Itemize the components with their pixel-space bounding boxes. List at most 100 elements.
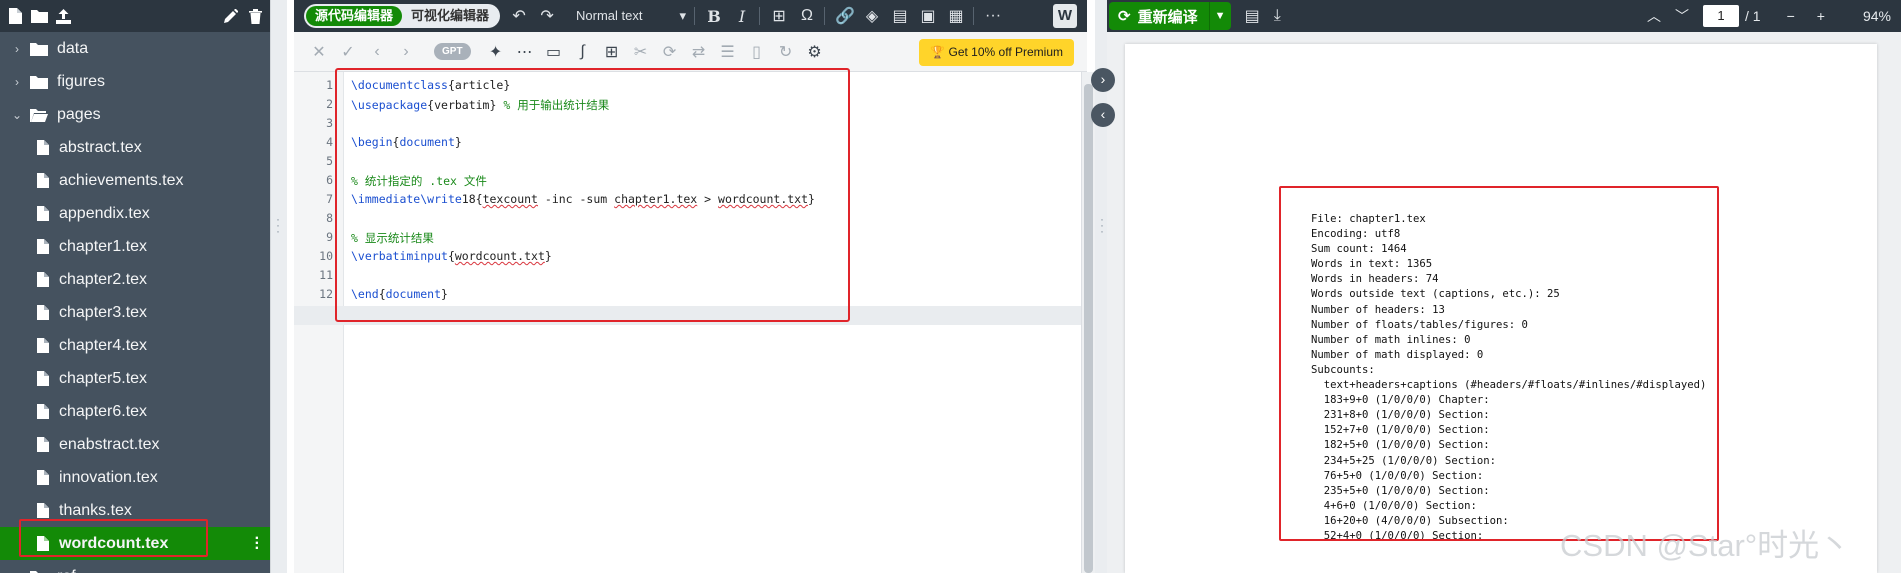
tree-file-chapter1[interactable]: chapter1.tex bbox=[0, 230, 270, 263]
tree-file-innovation[interactable]: innovation.tex bbox=[0, 461, 270, 494]
chevron-down-icon[interactable]: ⌄ bbox=[10, 108, 24, 122]
tree-folder-data[interactable]: › data bbox=[0, 32, 270, 65]
gpt-button[interactable]: GPT bbox=[434, 43, 471, 60]
text-style-value: Normal text bbox=[576, 8, 643, 23]
tree-item-label: chapter6.tex bbox=[59, 402, 148, 420]
page-down-icon[interactable]: ﹀ bbox=[1675, 6, 1689, 26]
download-icon[interactable]: ⤓ bbox=[1274, 7, 1281, 25]
more-options-icon[interactable]: ··· bbox=[984, 7, 1002, 25]
refresh-icon[interactable]: ⟳ bbox=[659, 42, 681, 62]
tree-file-chapter5[interactable]: chapter5.tex bbox=[0, 362, 270, 395]
tree-file-enabstract[interactable]: enabstract.tex bbox=[0, 428, 270, 461]
chevron-right-icon[interactable]: › bbox=[10, 75, 24, 89]
rename-pencil-icon[interactable] bbox=[222, 7, 240, 25]
editor-secondary-toolbar: ✕ ✓ ‹ › GPT ✦ ⋯ ▭ ∫ ⊞ ✂ ⟳ ⇄ ☰ ▯ ↻ ⚙ 🏆 Ge… bbox=[294, 32, 1087, 72]
image-icon[interactable]: ▣ bbox=[919, 6, 937, 26]
settings-gear-icon[interactable]: ⚙ bbox=[804, 42, 826, 62]
line-number: 9 bbox=[326, 230, 333, 244]
tree-folder-figures[interactable]: › figures bbox=[0, 65, 270, 98]
dots-icon[interactable]: ⋯ bbox=[514, 42, 536, 62]
zoom-out-icon[interactable]: − bbox=[1787, 8, 1795, 24]
line-number: 5 bbox=[326, 154, 333, 168]
upload-icon[interactable] bbox=[54, 7, 72, 25]
line-number: 4 bbox=[326, 135, 333, 149]
sync-icon[interactable]: ↻ bbox=[775, 42, 797, 62]
tree-item-label: chapter5.tex bbox=[59, 369, 148, 387]
list-icon[interactable]: ☰ bbox=[717, 42, 739, 62]
bold-icon[interactable]: B bbox=[705, 7, 723, 26]
file-icon bbox=[37, 239, 49, 254]
redo-icon[interactable]: ↷ bbox=[538, 6, 556, 26]
sync-to-code-arrow-icon[interactable]: ‹ bbox=[1091, 103, 1115, 127]
red-highlight-box-output bbox=[1279, 186, 1719, 541]
source-editor-tab[interactable]: 源代码编辑器 bbox=[306, 6, 403, 26]
previous-icon[interactable]: ‹ bbox=[366, 43, 388, 61]
tree-file-chapter3[interactable]: chapter3.tex bbox=[0, 296, 270, 329]
recompile-button[interactable]: ⟳ 重新编译 ▼ bbox=[1109, 2, 1231, 30]
chevron-right-icon[interactable]: › bbox=[10, 570, 24, 573]
log-file-icon[interactable]: ▤ bbox=[1245, 6, 1260, 26]
document-icon[interactable]: ▯ bbox=[746, 42, 768, 62]
editor-main-toolbar: 源代码编辑器 可视化编辑器 ↶ ↷ Normal text ▾ B I ⊞ Ω … bbox=[294, 0, 1087, 32]
delete-trash-icon[interactable] bbox=[246, 7, 264, 25]
zoom-level[interactable]: 94% bbox=[1863, 0, 1891, 32]
italic-icon[interactable]: I bbox=[733, 7, 751, 26]
sync-to-pdf-arrow-icon[interactable]: › bbox=[1091, 68, 1115, 92]
file-icon bbox=[37, 404, 49, 419]
math-icon[interactable]: ⊞ bbox=[770, 6, 788, 26]
close-x-icon[interactable]: ✕ bbox=[308, 42, 330, 62]
table-icon[interactable]: ▦ bbox=[947, 6, 965, 26]
integral-icon[interactable]: ∫ bbox=[572, 43, 594, 61]
new-folder-icon[interactable] bbox=[30, 7, 48, 25]
line-number: 8 bbox=[326, 211, 333, 225]
grip-icon: · · · bbox=[1100, 212, 1104, 238]
file-menu-kebab-icon[interactable]: · · · bbox=[255, 531, 260, 557]
pdf-toolbar: ⟳ 重新编译 ▼ ▤ ⤓ ︿ ﹀ 1 / 1 − + 94% bbox=[1107, 0, 1901, 32]
tag-icon[interactable]: ◈ bbox=[863, 6, 881, 26]
swap-icon[interactable]: ⇄ bbox=[688, 42, 710, 62]
next-icon[interactable]: › bbox=[395, 43, 417, 61]
editor-mode-toggle: 源代码编辑器 可视化编辑器 bbox=[304, 4, 501, 28]
snippet-icon[interactable]: ▭ bbox=[543, 42, 565, 62]
page-up-icon[interactable]: ︿ bbox=[1647, 6, 1661, 26]
link-icon[interactable]: 🔗 bbox=[835, 6, 855, 26]
file-icon bbox=[37, 470, 49, 485]
tree-file-chapter2[interactable]: chapter2.tex bbox=[0, 263, 270, 296]
editor-scrollbar[interactable] bbox=[1081, 72, 1095, 573]
reference-book-icon[interactable]: ▤ bbox=[891, 6, 909, 26]
cut-icon[interactable]: ✂ bbox=[630, 42, 652, 62]
writefull-icon[interactable]: W bbox=[1053, 4, 1077, 28]
overleaf-app: › data › figures ⌄ pages abstract.tex ac… bbox=[0, 0, 1901, 573]
text-style-select[interactable]: Normal text ▾ bbox=[576, 8, 686, 24]
tree-folder-pages[interactable]: ⌄ pages bbox=[0, 98, 270, 131]
tree-item-label: innovation.tex bbox=[59, 468, 158, 486]
tree-folder-ref[interactable]: › ref bbox=[0, 560, 270, 573]
page-number-input[interactable]: 1 bbox=[1703, 5, 1739, 27]
recompile-label: 重新编译 bbox=[1137, 8, 1198, 26]
sidebar-resize-handle[interactable]: · · · bbox=[270, 0, 287, 573]
sparkle-ai-icon[interactable]: ✦ bbox=[485, 42, 507, 62]
recompile-dropdown-caret-icon[interactable]: ▼ bbox=[1208, 2, 1231, 30]
chevron-right-icon[interactable]: › bbox=[10, 42, 24, 56]
zoom-in-icon[interactable]: + bbox=[1817, 8, 1825, 24]
file-icon bbox=[37, 272, 49, 287]
symbol-omega-icon[interactable]: Ω bbox=[798, 7, 816, 25]
tree-item-label: chapter2.tex bbox=[59, 270, 148, 288]
tree-file-achievements[interactable]: achievements.tex bbox=[0, 164, 270, 197]
tree-file-abstract[interactable]: abstract.tex bbox=[0, 131, 270, 164]
tree-file-chapter6[interactable]: chapter6.tex bbox=[0, 395, 270, 428]
editor-scrollbar-thumb[interactable] bbox=[1084, 84, 1093, 573]
line-number: 11 bbox=[319, 268, 333, 282]
folder-icon bbox=[30, 42, 48, 56]
toolbar-divider bbox=[973, 7, 975, 25]
undo-icon[interactable]: ↶ bbox=[510, 6, 528, 26]
visual-editor-tab[interactable]: 可视化编辑器 bbox=[402, 6, 498, 26]
new-file-icon[interactable] bbox=[6, 7, 24, 25]
premium-promo-button[interactable]: 🏆 Get 10% off Premium bbox=[919, 39, 1074, 66]
tree-file-appendix[interactable]: appendix.tex bbox=[0, 197, 270, 230]
grid-icon[interactable]: ⊞ bbox=[601, 42, 623, 62]
line-number: 3 bbox=[326, 116, 333, 130]
tree-item-label: chapter1.tex bbox=[59, 237, 148, 255]
check-icon[interactable]: ✓ bbox=[337, 42, 359, 62]
tree-file-chapter4[interactable]: chapter4.tex bbox=[0, 329, 270, 362]
